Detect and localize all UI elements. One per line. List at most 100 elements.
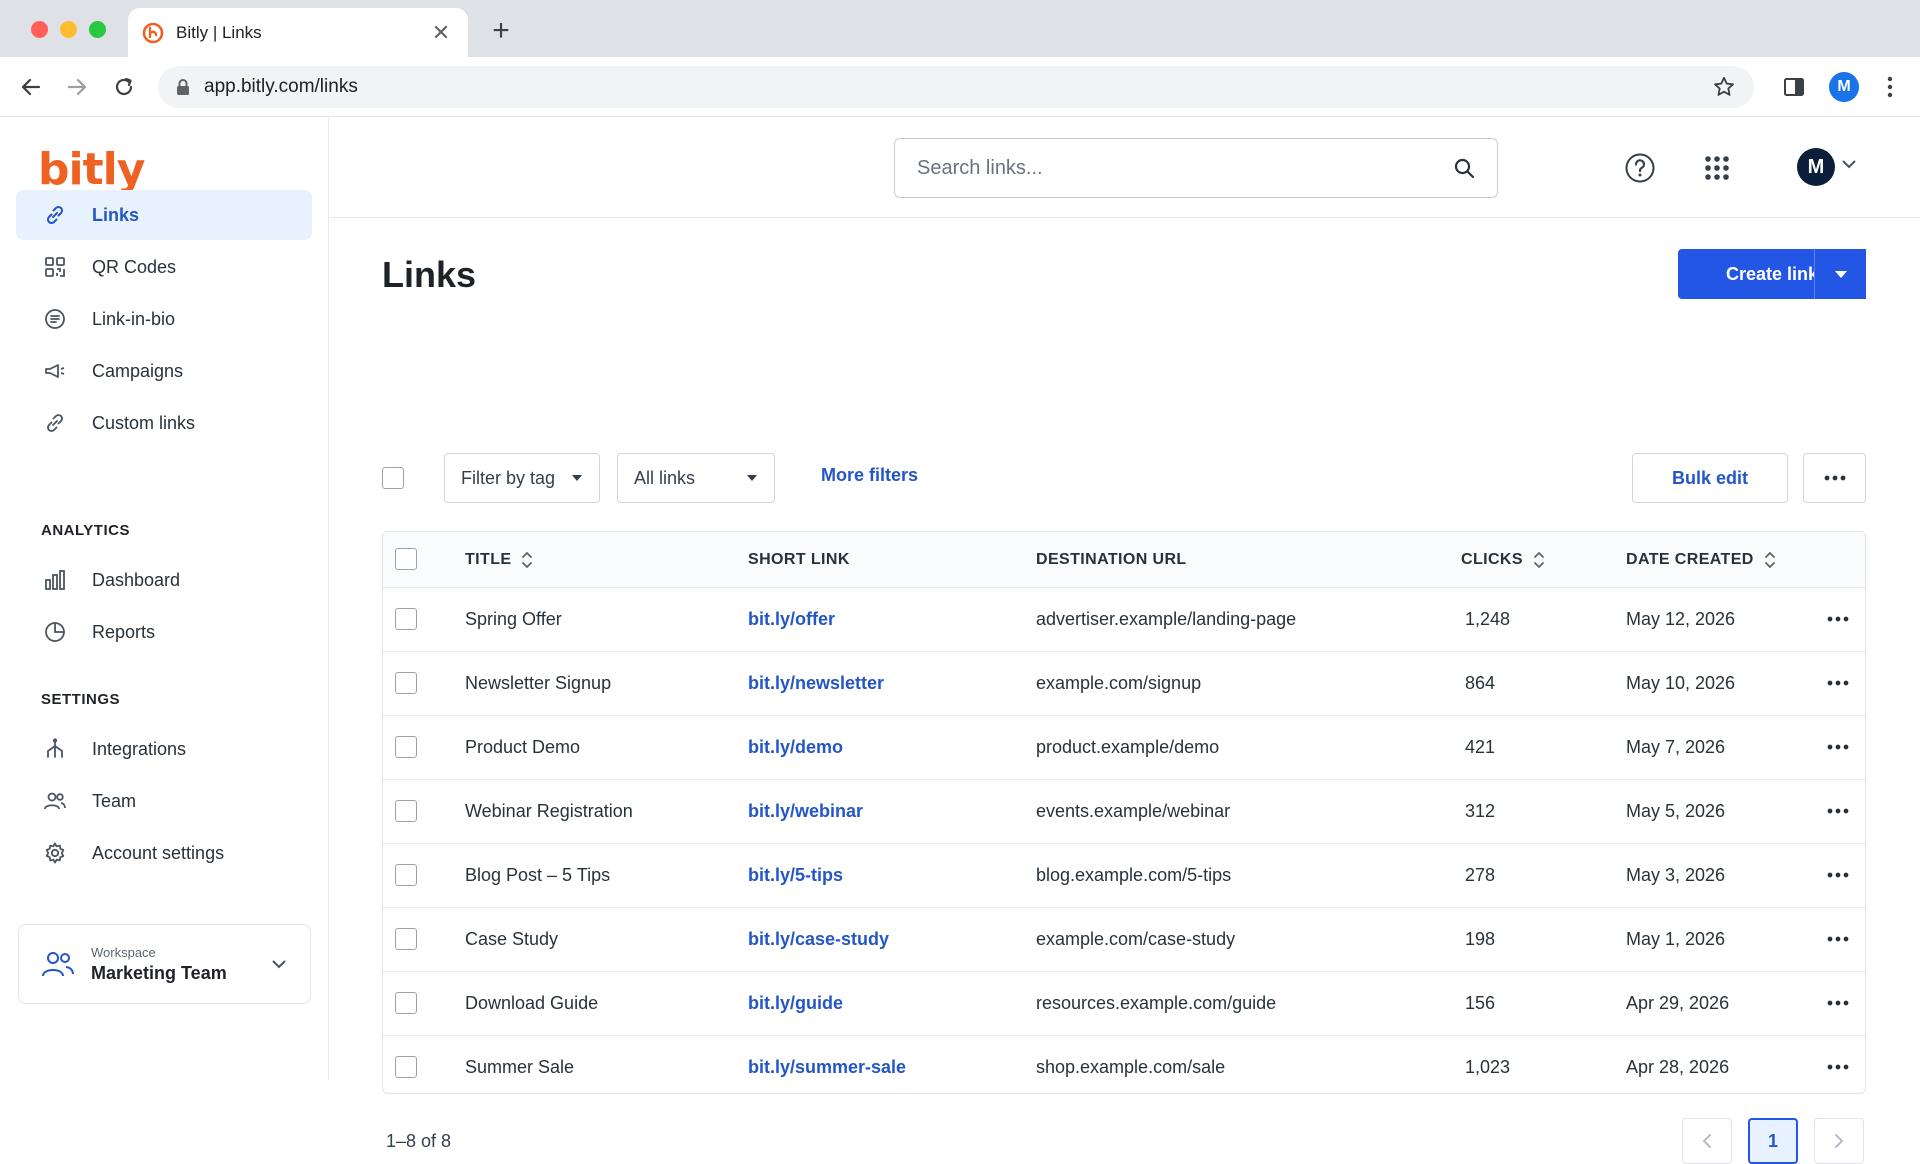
- sidebar: bitly Links QR Codes Link-in-bio Campaig…: [0, 118, 329, 1080]
- bookmark-star-icon[interactable]: [1712, 75, 1736, 99]
- sidebar-item-custom-links[interactable]: Custom links: [16, 398, 312, 448]
- user-avatar[interactable]: M: [1797, 148, 1835, 186]
- sidebar-item-team[interactable]: Team: [16, 776, 312, 826]
- click-count: 312: [1465, 801, 1496, 821]
- browser-menu-icon[interactable]: [1874, 71, 1906, 103]
- sidebar-item-links[interactable]: Links: [16, 190, 312, 240]
- more-options-button[interactable]: [1803, 453, 1866, 503]
- page-title: Links: [382, 254, 477, 295]
- window-maximize-button[interactable]: [89, 21, 106, 38]
- column-header-clicks[interactable]: CLICKS: [1461, 551, 1545, 569]
- window-minimize-button[interactable]: [60, 21, 77, 38]
- browser-profile-avatar[interactable]: M: [1828, 71, 1860, 103]
- workspace-switcher[interactable]: Workspace Marketing Team: [18, 924, 311, 1004]
- tab-close-icon[interactable]: ✕: [428, 20, 454, 46]
- help-icon[interactable]: [1622, 150, 1658, 186]
- search-input[interactable]: [917, 156, 1453, 180]
- short-link[interactable]: bit.ly/newsletter: [748, 673, 884, 694]
- header-checkbox[interactable]: [395, 548, 417, 570]
- app-topbar: M: [330, 118, 1920, 218]
- address-bar[interactable]: app.bitly.com/links: [158, 66, 1754, 108]
- forward-arrow-icon[interactable]: [61, 71, 93, 103]
- sidebar-item-reports[interactable]: Reports: [16, 607, 312, 657]
- filter-by-tag-label: Filter by tag: [461, 467, 556, 488]
- bitly-logo[interactable]: bitly: [38, 144, 145, 195]
- row-more-icon[interactable]: [1823, 1054, 1853, 1080]
- bitly-favicon-icon: [142, 22, 164, 44]
- filter-by-tag-dropdown[interactable]: Filter by tag: [444, 453, 600, 503]
- window-close-button[interactable]: [31, 21, 48, 38]
- link-title: Product Demo: [465, 737, 581, 757]
- link-title: Download Guide: [465, 993, 599, 1013]
- workspace-label: Workspace: [91, 944, 156, 960]
- table-row[interactable]: Summer Sale bit.ly/summer-sale shop.exam…: [383, 1036, 1865, 1093]
- apps-grid-icon[interactable]: [1699, 150, 1735, 186]
- row-checkbox[interactable]: [395, 736, 417, 758]
- table-row[interactable]: Blog Post – 5 Tips bit.ly/5-tips blog.ex…: [383, 844, 1865, 908]
- click-count: 278: [1465, 865, 1496, 885]
- short-link[interactable]: bit.ly/demo: [748, 737, 843, 758]
- page-1-button[interactable]: 1: [1748, 1118, 1798, 1164]
- row-more-icon[interactable]: [1823, 670, 1853, 696]
- date-created: May 3, 2026: [1626, 865, 1726, 885]
- sidebar-item-integrations[interactable]: Integrations: [16, 724, 312, 774]
- short-link[interactable]: bit.ly/case-study: [748, 929, 889, 950]
- row-checkbox[interactable]: [395, 928, 417, 950]
- row-checkbox[interactable]: [395, 992, 417, 1014]
- next-page-button[interactable]: [1814, 1118, 1864, 1164]
- column-header-title[interactable]: TITLE: [465, 551, 533, 569]
- links-table: TITLE SHORT LINK DESTINATION URL CLICKS …: [382, 531, 1866, 1094]
- sidebar-item-link-in-bio[interactable]: Link-in-bio: [16, 294, 312, 344]
- short-link[interactable]: bit.ly/summer-sale: [748, 1057, 906, 1078]
- column-header-destination-url: DESTINATION URL: [1036, 551, 1187, 569]
- short-link[interactable]: bit.ly/webinar: [748, 801, 863, 822]
- table-row[interactable]: Spring Offer bit.ly/offer advertiser.exa…: [383, 588, 1865, 652]
- short-link[interactable]: bit.ly/5-tips: [748, 865, 843, 886]
- short-link[interactable]: bit.ly/guide: [748, 993, 843, 1014]
- link-title: Summer Sale: [465, 1057, 575, 1077]
- search-icon[interactable]: [1453, 157, 1475, 179]
- search-box: [894, 138, 1498, 198]
- row-more-icon[interactable]: [1823, 990, 1853, 1016]
- sidebar-item-dashboard[interactable]: Dashboard: [16, 555, 312, 605]
- destination-url: events.example/webinar: [1036, 801, 1231, 821]
- row-checkbox[interactable]: [395, 800, 417, 822]
- tab-title: Bitly | Links: [176, 22, 262, 42]
- side-panel-icon[interactable]: [1778, 71, 1810, 103]
- row-more-icon[interactable]: [1823, 606, 1853, 632]
- link-in-bio-icon: [42, 306, 68, 332]
- row-checkbox[interactable]: [395, 1056, 417, 1078]
- short-link[interactable]: bit.ly/offer: [748, 609, 835, 630]
- all-links-dropdown[interactable]: All links: [617, 453, 775, 503]
- caret-down-icon: [1834, 270, 1847, 278]
- previous-page-button[interactable]: [1682, 1118, 1732, 1164]
- date-created: Apr 28, 2026: [1626, 1057, 1730, 1077]
- bulk-edit-button[interactable]: Bulk edit: [1632, 453, 1788, 503]
- new-tab-button[interactable]: +: [486, 16, 516, 46]
- back-arrow-icon[interactable]: [15, 71, 47, 103]
- table-row[interactable]: Product Demo bit.ly/demo product.example…: [383, 716, 1865, 780]
- create-link-dropdown-button[interactable]: [1814, 249, 1866, 299]
- row-more-icon[interactable]: [1823, 798, 1853, 824]
- row-checkbox[interactable]: [395, 864, 417, 886]
- more-filters-link[interactable]: More filters: [821, 465, 918, 486]
- date-created: May 10, 2026: [1626, 673, 1736, 693]
- chevron-down-icon[interactable]: [1842, 160, 1856, 169]
- table-row[interactable]: Newsletter Signup bit.ly/newsletter exam…: [383, 652, 1865, 716]
- table-row[interactable]: Case Study bit.ly/case-study example.com…: [383, 908, 1865, 972]
- sidebar-item-account-settings[interactable]: Account settings: [16, 828, 312, 878]
- row-checkbox[interactable]: [395, 608, 417, 630]
- sidebar-item-qr-codes[interactable]: QR Codes: [16, 242, 312, 292]
- row-checkbox[interactable]: [395, 672, 417, 694]
- reload-icon[interactable]: [108, 71, 140, 103]
- pagination-summary: 1–8 of 8: [386, 1131, 452, 1151]
- select-all-checkbox[interactable]: [382, 467, 404, 489]
- row-more-icon[interactable]: [1823, 862, 1853, 888]
- sidebar-item-campaigns[interactable]: Campaigns: [16, 346, 312, 396]
- row-more-icon[interactable]: [1823, 926, 1853, 952]
- table-row[interactable]: Download Guide bit.ly/guide resources.ex…: [383, 972, 1865, 1036]
- row-more-icon[interactable]: [1823, 734, 1853, 760]
- browser-tab[interactable]: Bitly | Links ✕: [128, 8, 468, 57]
- column-header-date-created[interactable]: DATE CREATED: [1626, 551, 1776, 569]
- table-row[interactable]: Webinar Registration bit.ly/webinar even…: [383, 780, 1865, 844]
